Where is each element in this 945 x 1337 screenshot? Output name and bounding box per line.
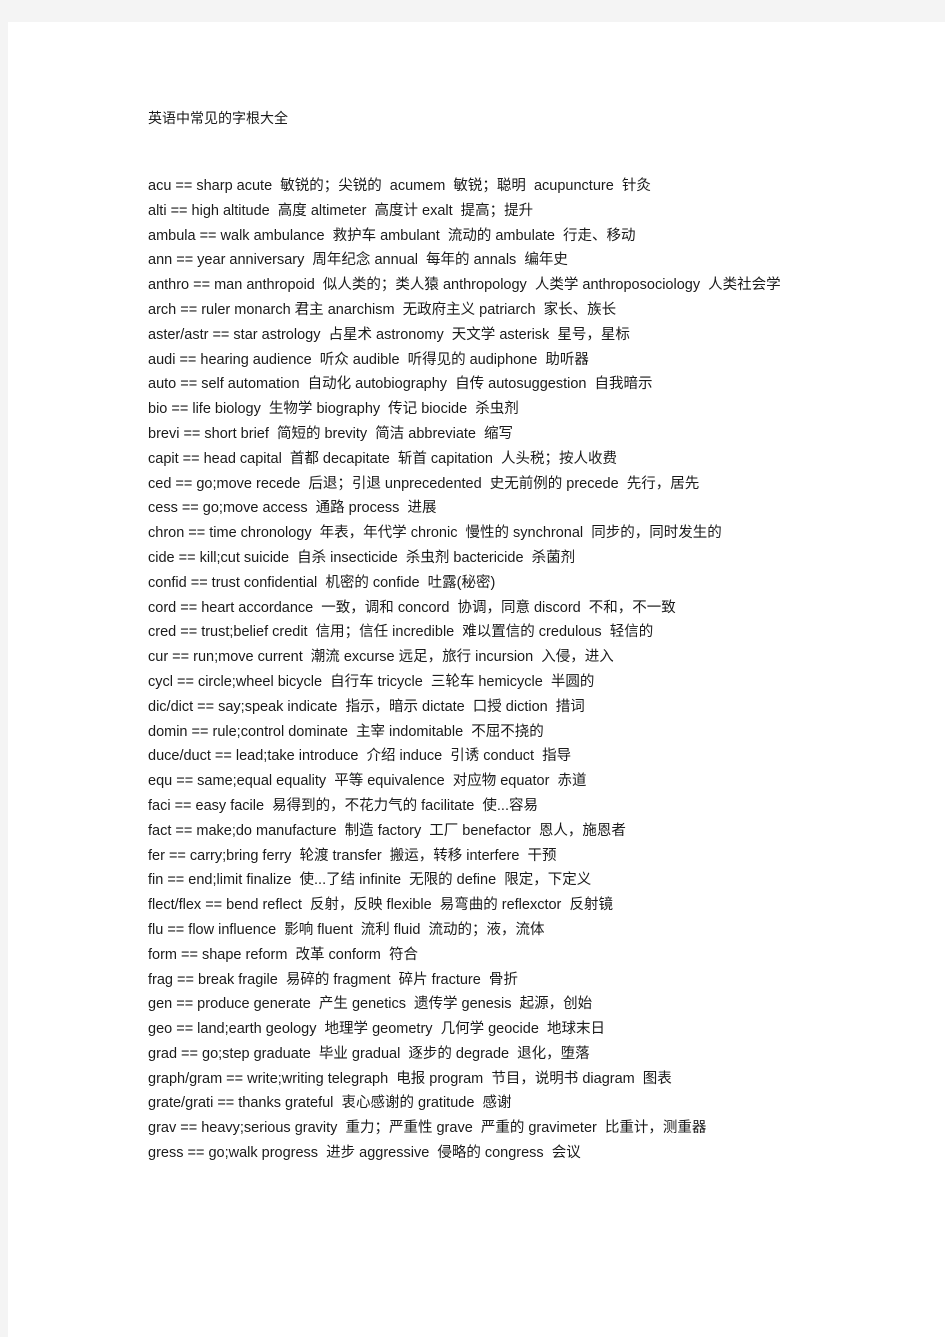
word-root-line: cred == trust;belief credit 信用；信任 incred…	[148, 624, 654, 641]
word-root-line: confid == trust confidential 机密的 confide…	[148, 574, 496, 591]
word-root-line: auto == self automation 自动化 autobiograph…	[148, 376, 653, 393]
word-root-line: ann == year anniversary 周年纪念 annual 每年的 …	[148, 252, 568, 269]
word-root-list: acu == sharp acute 敏锐的；尖锐的 acumem 敏锐；聪明 …	[148, 174, 938, 1166]
word-root-line: graph/gram == write;writing telegraph 电报…	[148, 1070, 672, 1087]
word-root-line: faci == easy facile 易得到的，不花力气的 facilitat…	[148, 797, 538, 814]
word-root-line: aster/astr == star astrology 占星术 astrono…	[148, 326, 630, 343]
word-root-line: anthro == man anthropoid 似人类的；类人猿 anthro…	[148, 277, 781, 294]
word-root-line: fin == end;limit finalize 使...了结 infinit…	[148, 872, 592, 889]
word-root-line: cord == heart accordance 一致，调和 concord 协…	[148, 599, 676, 616]
word-root-line: cycl == circle;wheel bicycle 自行车 tricycl…	[148, 673, 595, 690]
word-root-line: arch == ruler monarch 君主 anarchism 无政府主义…	[148, 301, 617, 318]
word-root-line: equ == same;equal equality 平等 equivalenc…	[148, 773, 587, 790]
document-page: 英语中常见的字根大全 acu == sharp acute 敏锐的；尖锐的 ac…	[8, 22, 945, 1337]
document-body: 英语中常见的字根大全 acu == sharp acute 敏锐的；尖锐的 ac…	[148, 22, 938, 1166]
word-root-line: flu == flow influence 影响 fluent 流利 fluid…	[148, 921, 545, 938]
word-root-line: fact == make;do manufacture 制造 factory 工…	[148, 822, 626, 839]
word-root-line: acu == sharp acute 敏锐的；尖锐的 acumem 敏锐；聪明 …	[148, 178, 651, 194]
word-root-line: duce/duct == lead;take introduce 介绍 indu…	[148, 748, 572, 765]
word-root-line: ced == go;move recede 后退；引退 unprecedente…	[148, 475, 700, 492]
word-root-line: brevi == short brief 简短的 brevity 简洁 abbr…	[148, 425, 514, 442]
word-root-line: grad == go;step graduate 毕业 gradual 逐步的 …	[148, 1045, 590, 1062]
word-root-line: bio == life biology 生物学 biography 传记 bio…	[148, 401, 519, 418]
word-root-line: capit == head capital 首都 decapitate 斩首 c…	[148, 450, 618, 467]
word-root-line: fer == carry;bring ferry 轮渡 transfer 搬运，…	[148, 847, 557, 864]
word-root-line: grate/grati == thanks grateful 衷心感谢的 gra…	[148, 1095, 512, 1112]
word-root-line: cur == run;move current 潮流 excurse 远足，旅行…	[148, 649, 614, 666]
word-root-line: frag == break fragile 易碎的 fragment 碎片 fr…	[148, 971, 518, 988]
word-root-line: cess == go;move access 通路 process 进展	[148, 500, 437, 517]
word-root-line: form == shape reform 改革 conform 符合	[148, 946, 418, 963]
word-root-line: grav == heavy;serious gravity 重力；严重性 gra…	[148, 1120, 707, 1137]
word-root-line: cide == kill;cut suicide 自杀 insecticide …	[148, 549, 576, 566]
word-root-line: gress == go;walk progress 进步 aggressive …	[148, 1145, 581, 1162]
word-root-line: domin == rule;control dominate 主宰 indomi…	[148, 723, 544, 740]
title-spacer	[148, 128, 938, 174]
word-root-line: flect/flex == bend reflect 反射，反映 flexibl…	[148, 897, 613, 914]
word-root-line: alti == high altitude 高度 altimeter 高度计 e…	[148, 202, 534, 219]
word-root-line: audi == hearing audience 听众 audible 听得见的…	[148, 351, 589, 368]
word-root-line: geo == land;earth geology 地理学 geometry 几…	[148, 1021, 605, 1038]
page-title: 英语中常见的字根大全	[148, 110, 288, 126]
word-root-line: gen == produce generate 产生 genetics 遗传学 …	[148, 996, 593, 1013]
word-root-line: ambula == walk ambulance 救护车 ambulant 流动…	[148, 227, 636, 244]
word-root-line: chron == time chronology 年表，年代学 chronic …	[148, 525, 722, 542]
word-root-line: dic/dict == say;speak indicate 指示，暗示 dic…	[148, 698, 585, 715]
